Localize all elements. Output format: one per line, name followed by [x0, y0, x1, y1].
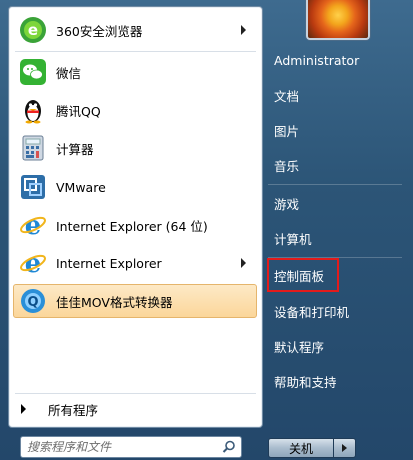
- right-link-computer[interactable]: 计算机: [268, 223, 404, 253]
- program-qq[interactable]: 腾讯QQ: [13, 93, 257, 127]
- all-programs-button[interactable]: 所有程序: [15, 396, 255, 422]
- right-link-pictures[interactable]: 图片: [268, 115, 404, 145]
- submenu-arrow-icon[interactable]: [241, 258, 246, 268]
- calculator-icon: [18, 133, 48, 163]
- program-360-browser[interactable]: e 360安全浏览器: [13, 13, 257, 47]
- program-wechat[interactable]: 微信: [13, 55, 257, 89]
- program-label: Internet Explorer (64 位): [56, 218, 208, 234]
- program-ie[interactable]: e Internet Explorer: [13, 246, 257, 280]
- highlight-box: [267, 258, 339, 292]
- svg-text:e: e: [28, 21, 38, 39]
- arrow-right-icon: [342, 444, 347, 452]
- right-link-help-support[interactable]: 帮助和支持: [268, 366, 404, 396]
- search-icon[interactable]: [222, 440, 236, 454]
- ie-icon: e: [18, 248, 48, 278]
- program-label: 佳佳MOV格式转换器: [56, 294, 173, 310]
- svg-text:e: e: [25, 211, 42, 239]
- mov-converter-icon: Q: [18, 286, 48, 316]
- user-name-link[interactable]: Administrator: [268, 45, 404, 75]
- right-link-music[interactable]: 音乐: [268, 150, 404, 180]
- program-label: 计算器: [56, 141, 94, 157]
- qq-penguin-icon: [18, 95, 48, 125]
- program-label: 腾讯QQ: [56, 103, 101, 119]
- program-label: Internet Explorer: [56, 255, 162, 271]
- separator: [268, 184, 402, 185]
- program-calculator[interactable]: 计算器: [13, 131, 257, 165]
- search-box[interactable]: [20, 436, 242, 458]
- programs-pane: e 360安全浏览器 微信 腾讯QQ 计算器 VMware e Internet…: [8, 6, 263, 428]
- all-programs-label: 所有程序: [48, 402, 99, 418]
- right-link-devices-printers[interactable]: 设备和打印机: [268, 296, 404, 326]
- ie-icon: e: [18, 210, 48, 240]
- svg-text:e: e: [25, 249, 42, 277]
- user-avatar[interactable]: [306, 0, 370, 40]
- vmware-icon: [18, 172, 48, 202]
- right-link-documents[interactable]: 文档: [268, 80, 404, 110]
- submenu-arrow-icon[interactable]: [241, 25, 246, 35]
- start-menu: e 360安全浏览器 微信 腾讯QQ 计算器 VMware e Internet…: [0, 0, 413, 460]
- right-link-default-programs[interactable]: 默认程序: [268, 331, 404, 361]
- wechat-icon: [18, 57, 48, 87]
- program-mov-converter[interactable]: Q 佳佳MOV格式转换器: [13, 284, 257, 318]
- shutdown-button[interactable]: 关机: [268, 438, 334, 458]
- program-label: VMware: [56, 179, 106, 195]
- program-label: 微信: [56, 65, 82, 81]
- program-ie-64[interactable]: e Internet Explorer (64 位): [13, 208, 257, 242]
- search-input[interactable]: [27, 439, 213, 455]
- expand-arrow-icon: [21, 404, 26, 414]
- program-label: 360安全浏览器: [56, 23, 143, 39]
- 360-browser-icon: e: [18, 15, 48, 45]
- separator: [15, 393, 256, 394]
- svg-text:Q: Q: [27, 295, 38, 310]
- shutdown-options-button[interactable]: [334, 438, 356, 458]
- separator: [15, 51, 256, 52]
- right-link-games[interactable]: 游戏: [268, 188, 404, 218]
- program-vmware[interactable]: VMware: [13, 170, 257, 204]
